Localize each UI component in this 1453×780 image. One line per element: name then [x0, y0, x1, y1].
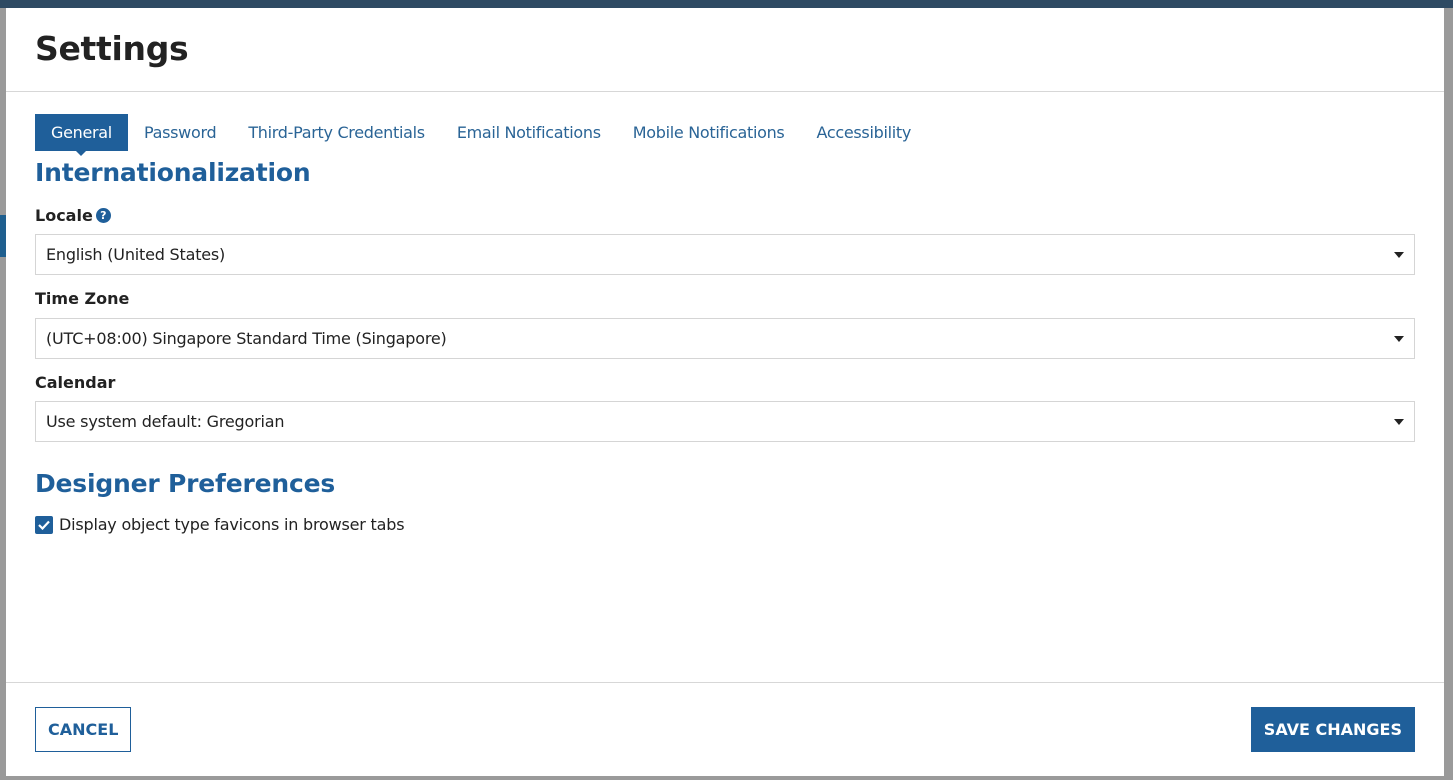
- settings-dialog: Settings General Password Third-Party Cr…: [6, 8, 1444, 776]
- locale-select-value: English (United States): [46, 245, 226, 264]
- locale-label-text: Locale: [35, 206, 93, 225]
- settings-tabs: General Password Third-Party Credentials…: [35, 114, 927, 156]
- favicons-checkbox[interactable]: [35, 515, 53, 534]
- caret-down-icon: [1394, 252, 1404, 258]
- tab-mobile-notifications[interactable]: Mobile Notifications: [617, 114, 801, 151]
- tab-third-party-credentials[interactable]: Third-Party Credentials: [232, 114, 441, 151]
- tab-accessibility[interactable]: Accessibility: [800, 114, 927, 151]
- locale-select[interactable]: English (United States): [35, 234, 1415, 275]
- calendar-label: Calendar: [35, 373, 116, 392]
- checkmark-icon: [38, 520, 50, 530]
- cancel-button[interactable]: CANCEL: [35, 707, 132, 752]
- caret-down-icon: [1394, 336, 1404, 342]
- designer-preferences-heading: Designer Preferences: [35, 469, 336, 498]
- tab-email-notifications[interactable]: Email Notifications: [441, 114, 617, 151]
- app-top-bar: [0, 0, 1453, 8]
- save-changes-button[interactable]: SAVE CHANGES: [1250, 707, 1415, 752]
- dialog-title: Settings: [35, 29, 189, 68]
- dialog-footer: CANCEL SAVE CHANGES: [6, 682, 1444, 776]
- calendar-select[interactable]: Use system default: Gregorian: [35, 401, 1415, 442]
- tab-password[interactable]: Password: [128, 114, 232, 151]
- time-zone-label: Time Zone: [35, 289, 130, 308]
- caret-down-icon: [1394, 419, 1404, 425]
- favicons-checkbox-row[interactable]: Display object type favicons in browser …: [35, 515, 405, 534]
- help-icon[interactable]: ?: [95, 208, 111, 223]
- calendar-select-value: Use system default: Gregorian: [46, 412, 285, 431]
- locale-label: Locale ?: [35, 206, 111, 225]
- time-zone-select-value: (UTC+08:00) Singapore Standard Time (Sin…: [46, 329, 447, 348]
- tab-general[interactable]: General: [35, 114, 128, 156]
- favicons-checkbox-label: Display object type favicons in browser …: [59, 515, 405, 534]
- internationalization-heading: Internationalization: [35, 158, 311, 187]
- dialog-header: Settings: [6, 8, 1444, 92]
- time-zone-select[interactable]: (UTC+08:00) Singapore Standard Time (Sin…: [35, 318, 1415, 359]
